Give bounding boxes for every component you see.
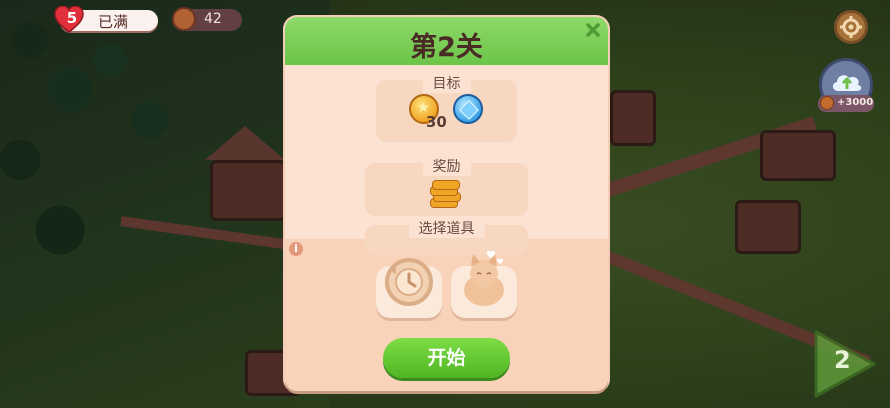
bonus-amount: +3000 — [837, 97, 874, 108]
cloud-bonus-badge: +3000 — [818, 95, 874, 112]
settings-button[interactable] — [834, 10, 868, 44]
gear-icon — [840, 16, 862, 38]
level-title: 第2关 — [410, 32, 483, 63]
coin-stack-icon — [428, 178, 462, 208]
booster-slot-cat[interactable] — [451, 250, 517, 318]
booster-slot-timer[interactable] — [376, 258, 442, 318]
next-level-button[interactable]: 2 — [812, 326, 878, 402]
lives-status: 已满 — [98, 13, 129, 31]
start-button[interactable]: 开始 — [383, 338, 510, 378]
reward-section: 奖励 — [365, 156, 528, 216]
goal-coin-count: 30 — [426, 113, 447, 131]
lives-counter[interactable]: 5 已满 — [54, 6, 158, 33]
coin-count: 42 — [204, 11, 222, 27]
coin-icon — [820, 96, 834, 110]
goal-section: 目标 ★ 30 — [376, 73, 517, 142]
cloud-upload-icon — [832, 75, 862, 91]
goal-label: 目标 — [422, 73, 471, 93]
tools-label: 选择道具 — [408, 218, 485, 238]
next-level-number: 2 — [834, 346, 851, 374]
blue-gem-icon — [453, 94, 483, 124]
lives-count: 5 — [66, 9, 78, 27]
cat-booster-icon — [464, 250, 504, 306]
timer-booster-icon — [385, 258, 433, 306]
coin-icon — [172, 7, 196, 31]
close-button[interactable] — [583, 20, 603, 40]
level-start-dialog: 第2关 目标 ★ 30 奖励 选择道具 开始 — [285, 17, 608, 391]
reward-label: 奖励 — [422, 156, 471, 176]
close-icon — [586, 23, 600, 37]
info-icon[interactable]: i — [289, 242, 303, 256]
coin-counter[interactable]: 42 — [172, 7, 242, 31]
